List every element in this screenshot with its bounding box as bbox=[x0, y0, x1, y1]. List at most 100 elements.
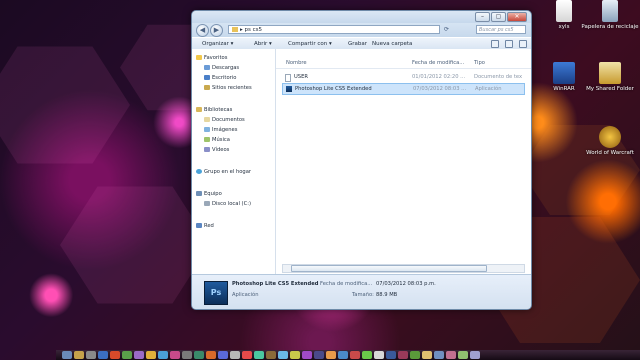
computer-icon bbox=[196, 191, 202, 196]
dock-app-icon[interactable] bbox=[218, 351, 228, 359]
desktop-icon-label: World of Warcraft bbox=[586, 150, 634, 156]
search-input[interactable]: Buscar ps cs5 bbox=[476, 25, 526, 34]
nav-label: Grupo en el hogar bbox=[204, 169, 252, 175]
dock-app-icon[interactable] bbox=[410, 351, 420, 359]
file-row[interactable]: USER 01/01/2012 02:20 ... Documento de t… bbox=[282, 72, 525, 82]
dock-app-icon[interactable] bbox=[446, 351, 456, 359]
recycle-bin-icon bbox=[602, 0, 618, 22]
refresh-icon[interactable]: ⟳ bbox=[442, 25, 451, 34]
nav-local-disk[interactable]: Disco local (C:) bbox=[204, 201, 251, 207]
nav-libraries[interactable]: Bibliotecas bbox=[196, 107, 232, 113]
nav-downloads[interactable]: Descargas bbox=[204, 65, 239, 71]
close-button[interactable]: ✕ bbox=[507, 12, 527, 22]
dock-app-icon[interactable] bbox=[362, 351, 372, 359]
title-bar[interactable]: – ▢ ✕ bbox=[192, 11, 531, 23]
details-file-name: Photoshop Lite CS5 Extended bbox=[232, 281, 319, 287]
dock-app-icon[interactable] bbox=[290, 351, 300, 359]
header-divider bbox=[276, 68, 531, 69]
desktop-icon-shared-folder[interactable]: My Shared Folder bbox=[578, 62, 640, 92]
view-options-icon[interactable] bbox=[491, 40, 499, 48]
dock-app-icon[interactable] bbox=[86, 351, 96, 359]
desktop-icon-label: xyls bbox=[558, 24, 570, 30]
help-icon[interactable] bbox=[519, 40, 527, 48]
nav-label: Vídeos bbox=[212, 147, 230, 153]
nav-videos[interactable]: Vídeos bbox=[204, 147, 229, 153]
nav-desktop[interactable]: Escritorio bbox=[204, 75, 236, 81]
nav-network[interactable]: Red bbox=[196, 223, 214, 229]
music-icon bbox=[204, 137, 210, 142]
details-pane: Ps Photoshop Lite CS5 Extended Aplicació… bbox=[192, 274, 531, 309]
nav-images[interactable]: Imágenes bbox=[204, 127, 237, 133]
window-controls: – ▢ ✕ bbox=[475, 12, 527, 22]
dock-app-icon[interactable] bbox=[338, 351, 348, 359]
dock-app-icon[interactable] bbox=[398, 351, 408, 359]
desktop-icon-wow[interactable]: World of Warcraft bbox=[578, 126, 640, 156]
address-path: ps cs5 bbox=[244, 27, 263, 33]
warcraft-icon bbox=[599, 126, 621, 148]
nav-label: Sitios recientes bbox=[212, 85, 252, 91]
dock-app-icon[interactable] bbox=[386, 351, 396, 359]
view-controls bbox=[491, 40, 527, 48]
dock-app-icon[interactable] bbox=[182, 351, 192, 359]
desktop-icon-recycle-bin[interactable]: Papelera de reciclaje bbox=[578, 0, 640, 30]
nav-music[interactable]: Música bbox=[204, 137, 230, 143]
dock-app-icon[interactable] bbox=[62, 351, 72, 359]
horizontal-scrollbar[interactable] bbox=[282, 264, 525, 273]
dock-app-icon[interactable] bbox=[98, 351, 108, 359]
dock-app-icon[interactable] bbox=[434, 351, 444, 359]
photoshop-icon: Ps bbox=[204, 281, 228, 305]
folder-icon bbox=[599, 62, 621, 84]
nav-label: Música bbox=[212, 137, 230, 143]
dock-app-icon[interactable] bbox=[302, 351, 312, 359]
minimize-button[interactable]: – bbox=[475, 12, 490, 22]
dock-app-icon[interactable] bbox=[422, 351, 432, 359]
address-bar[interactable]: ▸ ps cs5 bbox=[228, 25, 440, 34]
nav-favorites[interactable]: Favoritos bbox=[196, 55, 227, 61]
column-header-type[interactable]: Tipo bbox=[474, 58, 485, 68]
dock-app-icon[interactable] bbox=[134, 351, 144, 359]
dock-app-icon[interactable] bbox=[254, 351, 264, 359]
dock-app-icon[interactable] bbox=[470, 351, 480, 359]
nav-label: Escritorio bbox=[212, 75, 237, 81]
dock-app-icon[interactable] bbox=[146, 351, 156, 359]
nav-computer[interactable]: Equipo bbox=[196, 191, 222, 197]
dock-app-icon[interactable] bbox=[110, 351, 120, 359]
file-row-selected[interactable]: Photoshop Lite CS5 Extended 07/03/2012 0… bbox=[282, 83, 525, 95]
maximize-button[interactable]: ▢ bbox=[491, 12, 506, 22]
nav-documents[interactable]: Documentos bbox=[204, 117, 245, 123]
dock-app-icon[interactable] bbox=[206, 351, 216, 359]
dock-app-icon[interactable] bbox=[278, 351, 288, 359]
desktop-icon bbox=[204, 75, 210, 80]
column-header-date[interactable]: Fecha de modifica... bbox=[412, 58, 464, 68]
dock-app-icon[interactable] bbox=[350, 351, 360, 359]
dock-app-icon[interactable] bbox=[230, 351, 240, 359]
nav-recent[interactable]: Sitios recientes bbox=[204, 85, 252, 91]
dock-app-icon[interactable] bbox=[314, 351, 324, 359]
dock-app-icon[interactable] bbox=[158, 351, 168, 359]
scrollbar-thumb[interactable] bbox=[291, 265, 487, 272]
file-type: Aplicación bbox=[475, 86, 502, 92]
file-list: Nombre Fecha de modifica... Tipo USER 01… bbox=[276, 49, 531, 275]
back-button[interactable]: ◀ bbox=[196, 24, 209, 37]
star-icon bbox=[196, 55, 202, 60]
dock-app-icon[interactable] bbox=[266, 351, 276, 359]
folder-icon bbox=[232, 27, 238, 32]
dock-app-icon[interactable] bbox=[242, 351, 252, 359]
nav-label: Equipo bbox=[204, 191, 222, 197]
dock-app-icon[interactable] bbox=[326, 351, 336, 359]
dock-app-icon[interactable] bbox=[74, 351, 84, 359]
forward-button[interactable]: ▶ bbox=[210, 24, 223, 37]
details-size-label: Tamaño: bbox=[352, 292, 374, 298]
nav-label: Documentos bbox=[212, 117, 245, 123]
desktop-icon-label: My Shared Folder bbox=[586, 86, 634, 92]
photoshop-icon bbox=[286, 86, 292, 92]
dock-app-icon[interactable] bbox=[170, 351, 180, 359]
dock-app-icon[interactable] bbox=[458, 351, 468, 359]
nav-homegroup[interactable]: Grupo en el hogar bbox=[196, 169, 251, 175]
preview-pane-icon[interactable] bbox=[505, 40, 513, 48]
dock-app-icon[interactable] bbox=[194, 351, 204, 359]
dock-app-icon[interactable] bbox=[122, 351, 132, 359]
column-header-name[interactable]: Nombre bbox=[286, 58, 307, 68]
address-row: ◀ ▶ ▸ ps cs5 ⟳ Buscar ps cs5 bbox=[192, 23, 531, 37]
dock-app-icon[interactable] bbox=[374, 351, 384, 359]
